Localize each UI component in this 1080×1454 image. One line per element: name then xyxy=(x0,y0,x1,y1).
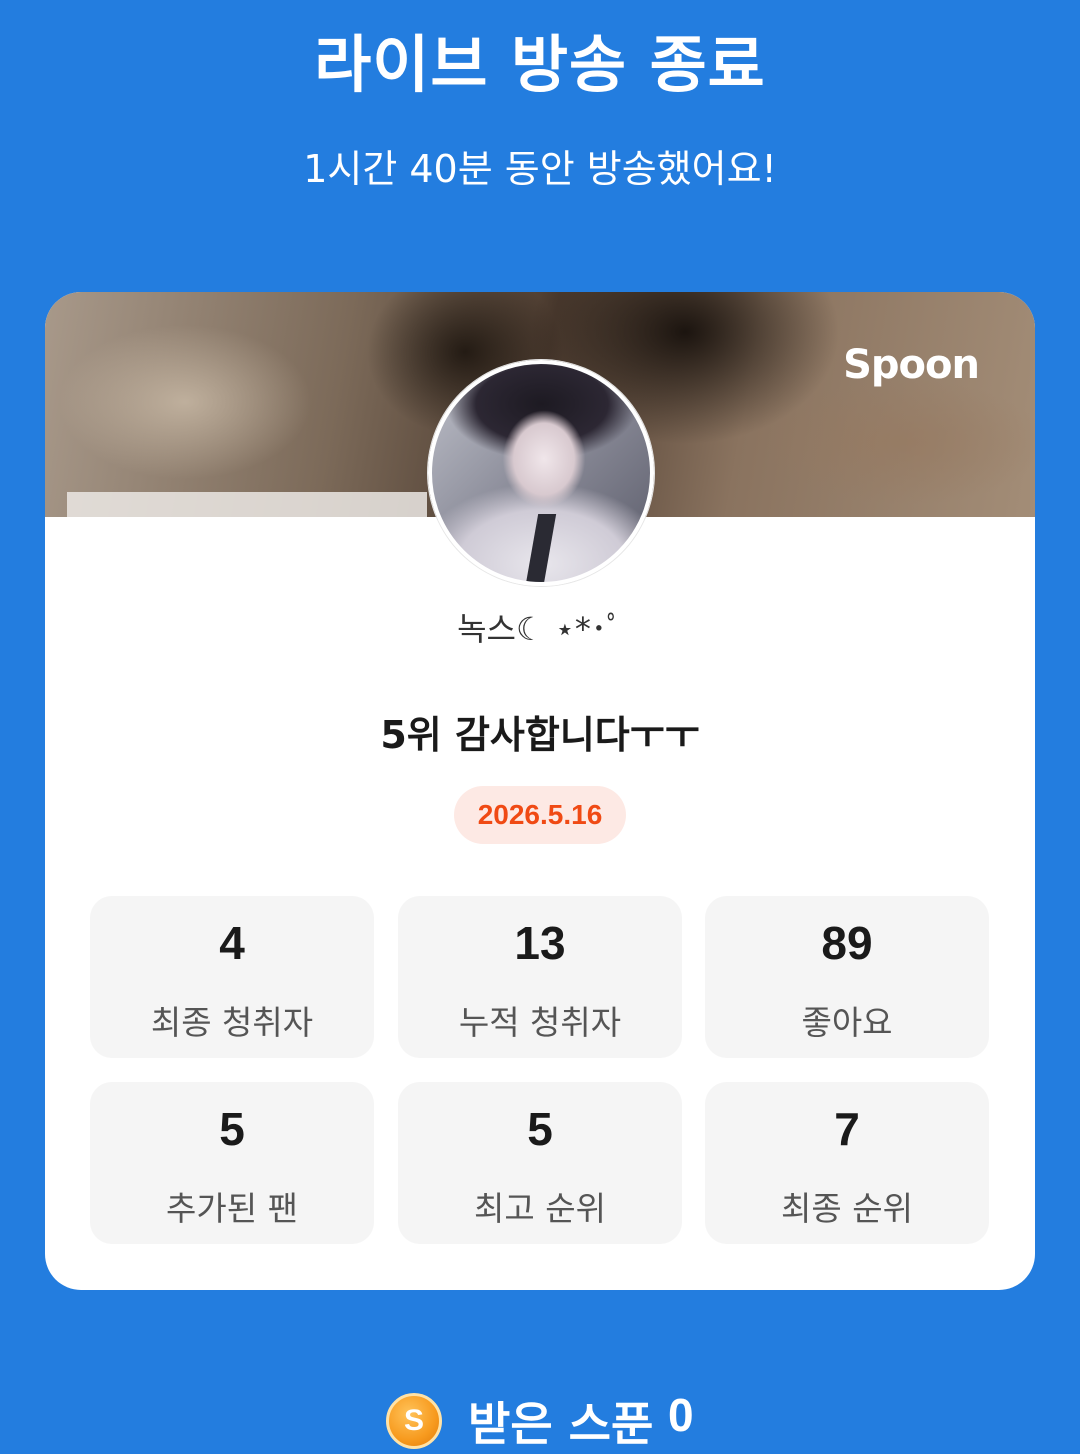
broadcast-date-badge: 2026.5.16 xyxy=(454,786,626,844)
spoon-brand-logo: Spoon xyxy=(843,342,980,388)
broadcast-duration-text: 1시간 40분 동안 방송했어요! xyxy=(303,147,777,191)
profile-avatar xyxy=(428,360,654,586)
stat-final-rank: 7 최종 순위 xyxy=(705,1082,989,1244)
page-title: 라이브 방송 종료 xyxy=(314,28,766,101)
stat-value: 7 xyxy=(834,1103,860,1155)
stat-likes: 89 좋아요 xyxy=(705,896,989,1058)
stat-label: 추가된 팬 xyxy=(166,1189,298,1228)
stat-label: 최종 청취자 xyxy=(150,1003,314,1042)
spoon-coin-icon: S xyxy=(386,1393,442,1449)
broadcast-summary-card: Spoon 녹스☾ ⋆*･ﾟ 5위 감사합니다ㅜㅜ 2026.5.16 4 최종… xyxy=(45,292,1035,1290)
stat-total-listeners: 13 누적 청취자 xyxy=(398,896,682,1058)
banner-decoration xyxy=(67,492,427,517)
stat-value: 5 xyxy=(219,1103,245,1155)
stat-label: 최고 순위 xyxy=(474,1189,606,1228)
dj-nickname: 녹스☾ ⋆*･ﾟ xyxy=(457,610,623,648)
stat-value: 89 xyxy=(821,917,873,969)
stat-best-rank: 5 최고 순위 xyxy=(398,1082,682,1244)
stat-label: 최종 순위 xyxy=(781,1189,913,1228)
stat-label: 좋아요 xyxy=(801,1003,893,1042)
stat-label: 누적 청취자 xyxy=(458,1003,622,1042)
stat-value: 4 xyxy=(219,917,245,969)
avatar-detail xyxy=(525,514,557,582)
broadcast-title: 5위 감사합니다ㅜㅜ xyxy=(380,713,700,757)
stat-value: 5 xyxy=(527,1103,553,1155)
stat-new-fans: 5 추가된 팬 xyxy=(90,1082,374,1244)
received-spoons-count: 0 xyxy=(668,1389,694,1441)
stat-value: 13 xyxy=(514,917,566,969)
received-spoons-label: 받은 스푼 xyxy=(468,1397,654,1451)
stat-final-listeners: 4 최종 청취자 xyxy=(90,896,374,1058)
